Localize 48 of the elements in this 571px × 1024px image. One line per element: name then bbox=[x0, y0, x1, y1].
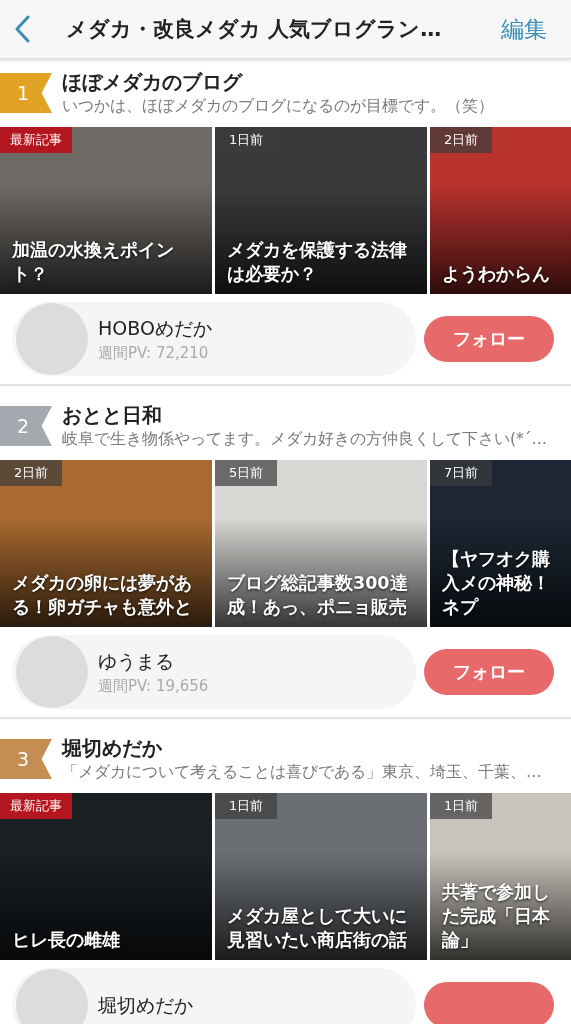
blog-description: 「メダカについて考えることは喜びである」東京、埼玉、千葉、… bbox=[62, 762, 542, 783]
article-age-label: 1日前 bbox=[430, 793, 493, 819]
article-card[interactable]: 1日前 メダカ屋として大いに見習いたい商店街の話 bbox=[215, 793, 427, 960]
avatar-circle bbox=[16, 636, 88, 708]
blog-title[interactable]: 堀切めだか bbox=[62, 735, 542, 761]
avatar-circle bbox=[16, 303, 88, 375]
article-card[interactable]: 最新記事 加温の水換えポイント？ bbox=[0, 127, 212, 294]
author-card[interactable]: HOBOめだか 週間PV: 72,210 bbox=[12, 302, 416, 376]
author-name: ゆうまる bbox=[98, 649, 175, 674]
article-age-label: 2日前 bbox=[0, 460, 63, 486]
article-age-label: 最新記事 bbox=[0, 793, 72, 819]
article-card[interactable]: 2日前 メダカの卵には夢がある！卵ガチャも意外と bbox=[0, 460, 212, 627]
weekly-pageviews: 週間PV: 19,656 bbox=[98, 676, 209, 697]
author-name: 堀切めだか bbox=[98, 993, 193, 1018]
article-title: 共著で参加した完成「日本論」 bbox=[442, 881, 551, 952]
blog-description: いつかは、ほぼメダカのブログになるのが目標です。（笑） bbox=[62, 96, 494, 117]
article-title: メダカを保護する法律は必要か？ bbox=[227, 239, 408, 286]
article-card[interactable]: 1日前 共著で参加した完成「日本論」 bbox=[430, 793, 571, 960]
blog-description: 岐阜で生き物係やってます。メダカ好きの方仲良くして下さい(*´… bbox=[62, 429, 548, 450]
article-age-label: 最新記事 bbox=[0, 127, 72, 153]
author-card[interactable]: 堀切めだか bbox=[12, 968, 416, 1024]
article-title: ヒレ長の雌雄 bbox=[12, 929, 121, 952]
article-card[interactable]: 5日前 ブログ総記事数300達成！あっ、ポニョ販売 bbox=[215, 460, 427, 627]
author-name: HOBOめだか bbox=[98, 316, 212, 341]
article-title: メダカの卵には夢がある！卵ガチャも意外と bbox=[12, 572, 193, 619]
article-title: 【ヤフオク購入メの神秘！ネプ bbox=[442, 548, 551, 619]
article-age-label: 2日前 bbox=[430, 127, 493, 153]
article-card[interactable]: 最新記事 ヒレ長の雌雄 bbox=[0, 793, 212, 960]
article-card[interactable]: 2日前 ようわからん bbox=[430, 127, 571, 294]
article-card[interactable]: 7日前 【ヤフオク購入メの神秘！ネプ bbox=[430, 460, 571, 627]
rank-ribbon: 1 bbox=[0, 73, 52, 113]
article-age-label: 1日前 bbox=[215, 793, 278, 819]
rank-ribbon: 2 bbox=[0, 406, 52, 446]
avatar-circle bbox=[16, 969, 88, 1024]
blog-title[interactable]: ほぼメダカのブログ bbox=[62, 69, 494, 95]
article-title: ようわからん bbox=[442, 263, 551, 286]
follow-button[interactable] bbox=[424, 982, 554, 1024]
article-title: メダカ屋として大いに見習いたい商店街の話 bbox=[227, 905, 408, 952]
rank-ribbon: 3 bbox=[0, 739, 52, 779]
weekly-pageviews: 週間PV: 72,210 bbox=[98, 343, 210, 364]
article-card[interactable]: 1日前 メダカを保護する法律は必要か？ bbox=[215, 127, 427, 294]
article-title: ブログ総記事数300達成！あっ、ポニョ販売 bbox=[227, 572, 409, 619]
blog-title[interactable]: おとと日和 bbox=[62, 402, 548, 428]
article-age-label: 7日前 bbox=[430, 460, 493, 486]
page-title: メダカ・改良メダカ 人気ブログラン… bbox=[66, 16, 443, 43]
author-card[interactable]: ゆうまる 週間PV: 19,656 bbox=[12, 635, 416, 709]
article-title: 加温の水換えポイント？ bbox=[12, 239, 175, 286]
article-age-label: 5日前 bbox=[215, 460, 278, 486]
